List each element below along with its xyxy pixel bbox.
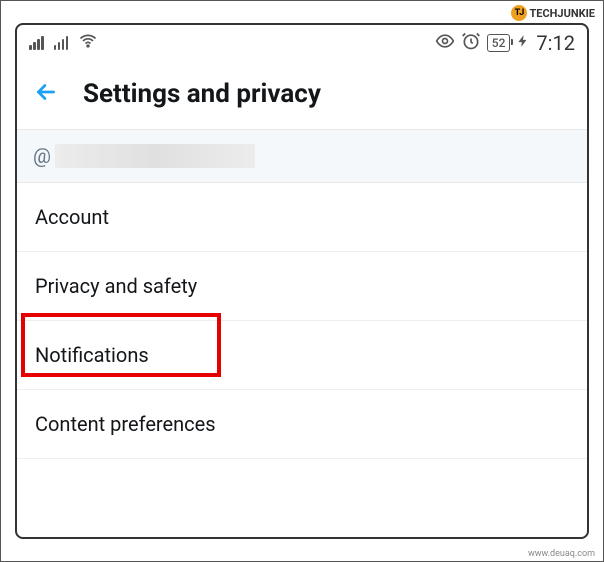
menu-item-label: Content preferences <box>35 412 216 436</box>
alarm-icon <box>461 31 481 56</box>
page-title: Settings and privacy <box>83 79 321 109</box>
eye-icon <box>435 31 455 56</box>
status-left <box>29 31 98 56</box>
wifi-icon <box>78 31 98 56</box>
status-time: 7:12 <box>536 31 575 55</box>
status-bar: 52 7:12 <box>17 25 587 61</box>
menu-item-label: Account <box>35 205 109 229</box>
lightning-icon <box>516 32 530 55</box>
menu-item-label: Privacy and safety <box>35 274 197 298</box>
watermark-bottom: www.deuaq.com <box>528 549 595 559</box>
menu-list: Account Privacy and safety Notifications… <box>17 183 587 459</box>
outer-frame: TJ TECHJUNKIE <box>0 0 604 562</box>
signal-icon <box>29 36 44 50</box>
menu-item-account[interactable]: Account <box>17 183 587 252</box>
status-right: 52 7:12 <box>435 31 575 56</box>
techjunkie-badge-icon: TJ <box>511 5 527 21</box>
menu-item-privacy-safety[interactable]: Privacy and safety <box>17 252 587 321</box>
username-redacted <box>55 144 255 168</box>
menu-item-notifications[interactable]: Notifications <box>17 321 587 390</box>
watermark-top-text: TECHJUNKIE <box>529 7 595 20</box>
signal-icon <box>54 36 69 50</box>
battery-percent: 52 <box>492 36 506 50</box>
user-row[interactable]: @ <box>17 129 587 183</box>
back-arrow-icon[interactable] <box>33 79 59 109</box>
battery-icon: 52 <box>487 34 511 52</box>
menu-item-content-preferences[interactable]: Content preferences <box>17 390 587 459</box>
header: Settings and privacy <box>17 61 587 129</box>
watermark-top: TJ TECHJUNKIE <box>511 5 595 21</box>
at-sign: @ <box>33 144 51 168</box>
menu-item-label: Notifications <box>35 343 149 367</box>
phone-frame: 52 7:12 Settings and privacy @ <box>15 23 589 539</box>
